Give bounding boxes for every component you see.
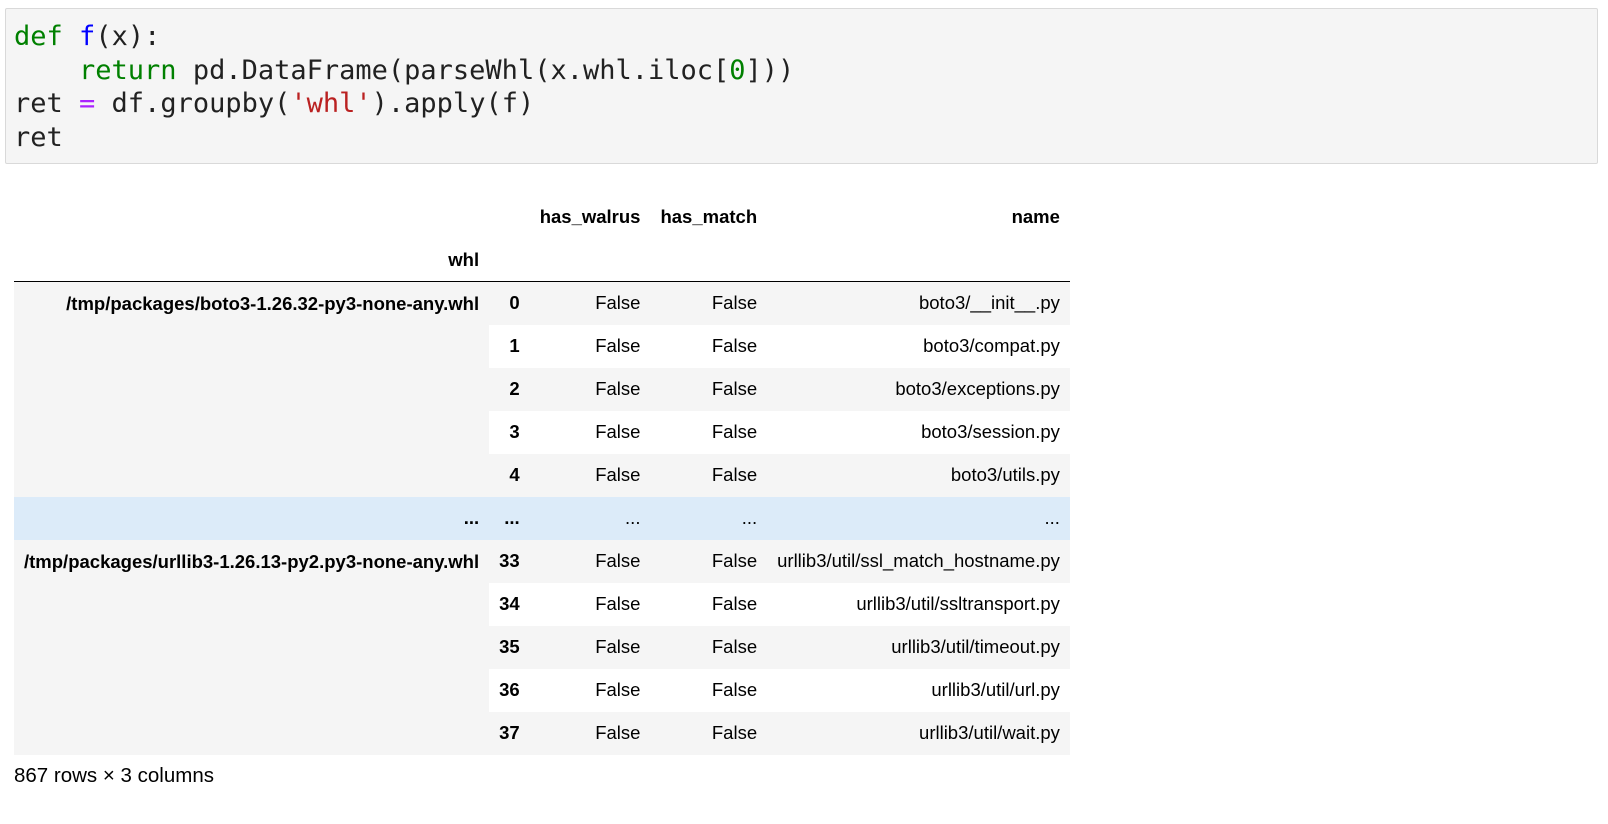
table-row: /tmp/packages/urllib3-1.26.13-py2.py3-no… bbox=[14, 539, 1070, 755]
row-index: 3 bbox=[489, 410, 530, 454]
cell-name: boto3/utils.py bbox=[767, 453, 1070, 497]
code-token: ])) bbox=[745, 54, 795, 86]
column-header-name: name bbox=[767, 195, 1070, 238]
code-token: def bbox=[14, 21, 63, 52]
cell-name: urllib3/util/wait.py bbox=[767, 711, 1070, 755]
index-name-row: whl bbox=[14, 238, 1070, 282]
code-token: ).apply(f) bbox=[371, 88, 535, 119]
cell-name: boto3/__init__.py bbox=[767, 281, 1070, 325]
cell-name: urllib3/util/url.py bbox=[767, 668, 1070, 712]
row-index: 34 bbox=[489, 582, 530, 626]
header-blank bbox=[489, 195, 530, 238]
ellipsis-row: ............... bbox=[14, 496, 1070, 540]
column-header-has-walrus: has_walrus bbox=[529, 195, 651, 238]
code-token: (x): bbox=[95, 21, 161, 52]
ellipsis-cell: ... bbox=[529, 496, 651, 540]
cell-has-match: False bbox=[650, 367, 768, 411]
cell-has-walrus: False bbox=[529, 367, 651, 411]
code-token: return bbox=[79, 54, 177, 86]
cell-has-match: False bbox=[650, 281, 768, 325]
shape-summary: 867 rows × 3 columns bbox=[14, 764, 214, 787]
header-blank bbox=[650, 238, 768, 282]
cell-has-walrus: False bbox=[529, 324, 651, 368]
cell-has-walrus: False bbox=[529, 410, 651, 454]
row-index: 4 bbox=[489, 453, 530, 497]
ellipsis-cell: ... bbox=[14, 496, 490, 540]
table-row: /tmp/packages/boto3-1.26.32-py3-none-any… bbox=[14, 281, 1070, 497]
dataframe-body: /tmp/packages/boto3-1.26.32-py3-none-any… bbox=[14, 281, 1070, 755]
code-token: 0 bbox=[729, 54, 746, 86]
row-index: 1 bbox=[489, 324, 530, 368]
cell-name: urllib3/util/timeout.py bbox=[767, 625, 1070, 669]
code-line: ret bbox=[14, 121, 1597, 155]
column-header-row: has_walrus has_match name bbox=[14, 195, 1070, 238]
index-name-whl: whl bbox=[14, 238, 490, 282]
ellipsis-cell: ... bbox=[489, 496, 530, 540]
code-token: ret bbox=[14, 88, 80, 119]
cell-name: boto3/compat.py bbox=[767, 324, 1070, 368]
cell-name: boto3/exceptions.py bbox=[767, 367, 1070, 411]
header-blank bbox=[14, 195, 490, 238]
cell-has-match: False bbox=[650, 453, 768, 497]
cell-has-walrus: False bbox=[529, 582, 651, 626]
cell-has-walrus: False bbox=[529, 281, 651, 325]
row-index: 2 bbox=[489, 367, 530, 411]
code-token: f bbox=[79, 21, 96, 52]
code-token: ret bbox=[14, 121, 63, 153]
row-index: 33 bbox=[489, 539, 530, 583]
code-line: ret = df.groupby('whl').apply(f) bbox=[14, 87, 1597, 121]
group-label: /tmp/packages/boto3-1.26.32-py3-none-any… bbox=[14, 281, 490, 497]
cell-has-walrus: False bbox=[529, 711, 651, 755]
ellipsis-cell: ... bbox=[650, 496, 768, 540]
row-index: 35 bbox=[489, 625, 530, 669]
code-token: pd.DataFrame(parseWhl(x.whl.iloc[ bbox=[176, 54, 730, 86]
cell-has-match: False bbox=[650, 324, 768, 368]
cell-has-match: False bbox=[650, 668, 768, 712]
header-blank bbox=[489, 238, 530, 282]
header-blank bbox=[529, 238, 651, 282]
code-token: df.groupby( bbox=[95, 88, 291, 119]
ellipsis-cell: ... bbox=[767, 496, 1070, 540]
code-line: def f(x): bbox=[14, 20, 1597, 54]
group-label: /tmp/packages/urllib3-1.26.13-py2.py3-no… bbox=[14, 539, 490, 755]
cell-has-match: False bbox=[650, 582, 768, 626]
row-index: 0 bbox=[489, 281, 530, 325]
cell-name: urllib3/util/ssl_match_hostname.py bbox=[767, 539, 1070, 583]
cell-has-walrus: False bbox=[529, 539, 651, 583]
cell-has-match: False bbox=[650, 711, 768, 755]
cell-has-match: False bbox=[650, 410, 768, 454]
cell-has-walrus: False bbox=[529, 625, 651, 669]
cell-has-match: False bbox=[650, 539, 768, 583]
code-editor[interactable]: def f(x): return pd.DataFrame(parseWhl(x… bbox=[6, 9, 1597, 154]
column-header-has-match: has_match bbox=[650, 195, 768, 238]
dataframe-table: has_walrus has_match name whl /tmp/packa… bbox=[14, 195, 1070, 755]
row-index: 36 bbox=[489, 668, 530, 712]
cell-name: boto3/session.py bbox=[767, 410, 1070, 454]
code-cell[interactable]: def f(x): return pd.DataFrame(parseWhl(x… bbox=[5, 8, 1598, 164]
cell-has-walrus: False bbox=[529, 668, 651, 712]
code-line: return pd.DataFrame(parseWhl(x.whl.iloc[… bbox=[14, 54, 1597, 88]
cell-name: urllib3/util/ssltransport.py bbox=[767, 582, 1070, 626]
code-token: = bbox=[79, 88, 96, 119]
code-token: 'whl' bbox=[290, 88, 372, 119]
header-blank bbox=[767, 238, 1070, 282]
cell-output: has_walrus has_match name whl /tmp/packa… bbox=[14, 195, 1070, 755]
row-index: 37 bbox=[489, 711, 530, 755]
cell-has-walrus: False bbox=[529, 453, 651, 497]
cell-has-match: False bbox=[650, 625, 768, 669]
